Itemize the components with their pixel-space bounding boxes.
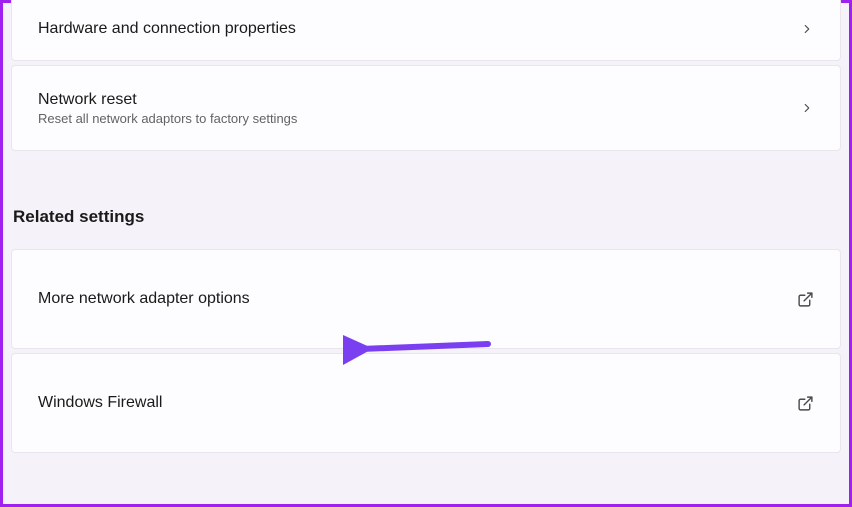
item-title: Network reset [38, 91, 297, 109]
item-title: More network adapter options [38, 290, 250, 308]
item-title: Windows Firewall [38, 394, 162, 412]
chevron-right-icon [800, 22, 814, 36]
item-subtitle: Reset all network adaptors to factory se… [38, 111, 297, 126]
item-title: Hardware and connection properties [38, 20, 296, 38]
hardware-connection-item[interactable]: Hardware and connection properties [11, 0, 841, 61]
item-text-block: Hardware and connection properties [38, 20, 296, 38]
item-text-block: Windows Firewall [38, 394, 162, 412]
related-settings-header: Related settings [13, 207, 841, 227]
external-link-icon [797, 395, 814, 412]
windows-firewall-item[interactable]: Windows Firewall [11, 353, 841, 453]
item-text-block: More network adapter options [38, 290, 250, 308]
external-link-icon [797, 291, 814, 308]
more-network-adapter-item[interactable]: More network adapter options [11, 249, 841, 349]
chevron-right-icon [800, 101, 814, 115]
item-text-block: Network reset Reset all network adaptors… [38, 91, 297, 126]
network-reset-item[interactable]: Network reset Reset all network adaptors… [11, 65, 841, 151]
